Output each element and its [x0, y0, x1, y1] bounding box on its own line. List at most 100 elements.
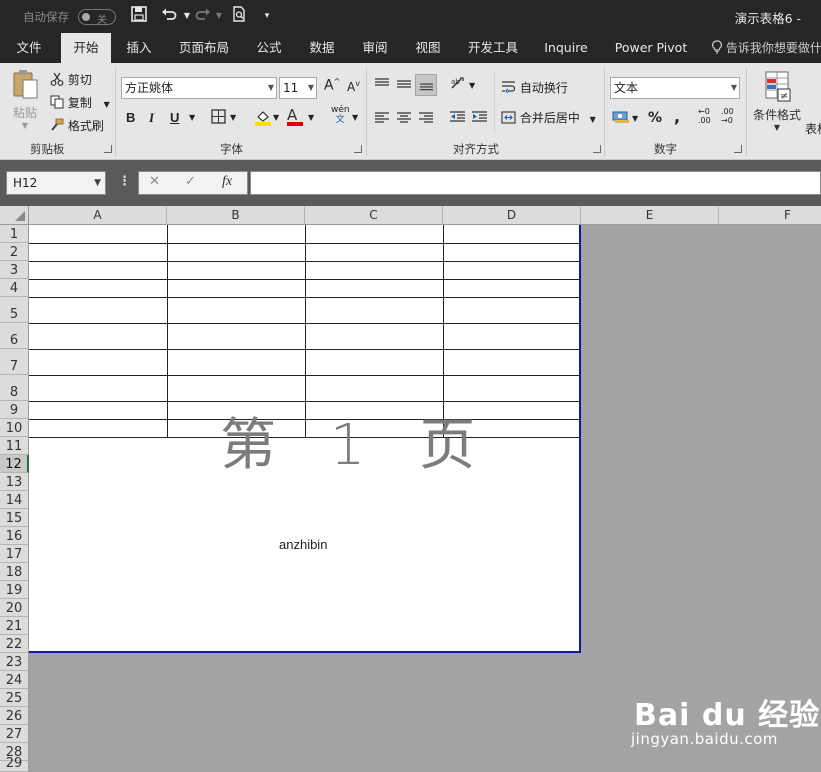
tab-formulas[interactable]: 公式: [247, 33, 291, 63]
column-header-c[interactable]: C: [305, 206, 443, 225]
row-header-15[interactable]: 15: [0, 509, 29, 527]
align-bottom-button[interactable]: [415, 74, 437, 96]
row-header-19[interactable]: 19: [0, 581, 29, 599]
phonetic-dropdown-icon[interactable]: ▼: [352, 113, 358, 122]
save-icon[interactable]: [128, 6, 150, 26]
copy-dropdown-icon[interactable]: ▼: [104, 100, 110, 109]
customize-toolbar-icon[interactable]: ▾: [256, 6, 278, 26]
clipboard-launcher-icon[interactable]: [104, 145, 112, 153]
tab-review[interactable]: 审阅: [353, 33, 397, 63]
wrap-text-button[interactable]: 自动换行: [501, 79, 568, 96]
orientation-dropdown-icon[interactable]: ▼: [469, 81, 475, 90]
row-header-7[interactable]: 7: [0, 349, 29, 375]
row-header-22[interactable]: 22: [0, 635, 29, 653]
conditional-format-button[interactable]: ≠ 条件格式 ▼: [750, 71, 804, 141]
align-center-button[interactable]: [396, 111, 412, 128]
more-options-icon[interactable]: ⋮: [118, 174, 131, 189]
print-preview-icon[interactable]: [228, 6, 250, 26]
tab-page-layout[interactable]: 页面布局: [171, 33, 237, 63]
format-painter-button[interactable]: 格式刷: [50, 117, 104, 134]
increase-decimal-button[interactable]: ←0 .00: [698, 107, 711, 125]
tell-me-search[interactable]: 告诉我你想要做什: [712, 33, 821, 63]
grow-font-button[interactable]: A^: [324, 77, 340, 94]
borders-button[interactable]: [211, 109, 226, 127]
merge-dropdown-icon[interactable]: ▼: [590, 115, 596, 124]
shrink-font-button[interactable]: Av: [347, 79, 360, 94]
column-header-a[interactable]: A: [29, 206, 167, 225]
row-header-11[interactable]: 11: [0, 437, 29, 455]
bold-button[interactable]: B: [126, 110, 135, 125]
row-header-4[interactable]: 4: [0, 279, 29, 297]
name-box[interactable]: H12 ▼: [6, 171, 106, 195]
row-header-18[interactable]: 18: [0, 563, 29, 581]
column-header-e[interactable]: E: [581, 206, 719, 225]
redo-dropdown-icon[interactable]: ▼: [208, 6, 230, 26]
number-format-combo[interactable]: 文本 ▼: [610, 77, 740, 99]
increase-indent-button[interactable]: [471, 110, 488, 127]
row-header-13[interactable]: 13: [0, 473, 29, 491]
italic-button[interactable]: I: [149, 110, 154, 126]
accounting-dropdown-icon[interactable]: ▼: [632, 114, 638, 123]
percent-button[interactable]: %: [648, 110, 662, 126]
row-header-2[interactable]: 2: [0, 243, 29, 261]
column-header-b[interactable]: B: [167, 206, 305, 225]
paste-button[interactable]: 粘贴 ▼: [8, 69, 42, 139]
tab-view[interactable]: 视图: [406, 33, 450, 63]
tab-data[interactable]: 数据: [300, 33, 344, 63]
row-header-6[interactable]: 6: [0, 323, 29, 349]
row-header-14[interactable]: 14: [0, 491, 29, 509]
decrease-indent-button[interactable]: [449, 110, 466, 127]
row-header-24[interactable]: 24: [0, 671, 29, 689]
align-right-button[interactable]: [418, 111, 434, 128]
row-header-27[interactable]: 27: [0, 725, 29, 743]
tab-inquire[interactable]: Inquire: [537, 33, 595, 63]
table-format-label[interactable]: 表格: [805, 120, 821, 137]
column-header-d[interactable]: D: [443, 206, 581, 225]
tab-home[interactable]: 开始: [61, 33, 111, 63]
row-header-5[interactable]: 5: [0, 297, 29, 323]
formula-input[interactable]: [250, 171, 821, 195]
insert-function-icon[interactable]: fx: [222, 174, 232, 190]
cancel-icon[interactable]: ✕: [149, 174, 160, 189]
column-header-f[interactable]: F: [719, 206, 821, 225]
orientation-button[interactable]: ab: [449, 75, 467, 96]
borders-dropdown-icon[interactable]: ▼: [230, 113, 236, 122]
row-header-10[interactable]: 10: [0, 419, 29, 437]
decrease-decimal-button[interactable]: .00 →0: [721, 107, 734, 125]
tab-insert[interactable]: 插入: [117, 33, 161, 63]
row-header-1[interactable]: 1: [0, 225, 29, 243]
tab-file[interactable]: 文件: [8, 33, 50, 63]
row-header-3[interactable]: 3: [0, 261, 29, 279]
select-all-corner[interactable]: [0, 206, 29, 225]
font-color-button[interactable]: A: [287, 106, 303, 126]
phonetic-button[interactable]: wén 文: [331, 105, 350, 125]
font-launcher-icon[interactable]: [354, 145, 362, 153]
row-header-8[interactable]: 8: [0, 375, 29, 401]
autosave-toggle[interactable]: 关: [78, 9, 116, 26]
row-header-9[interactable]: 9: [0, 401, 29, 419]
row-header-29[interactable]: 29: [0, 757, 29, 772]
comma-button[interactable]: ,: [674, 107, 680, 126]
row-header-12[interactable]: 12: [0, 455, 29, 473]
copy-button[interactable]: 复制 ▼: [50, 94, 110, 111]
underline-button[interactable]: U: [170, 110, 179, 125]
font-size-combo[interactable]: 11 ▼: [279, 77, 317, 99]
fill-color-dropdown-icon[interactable]: ▼: [273, 113, 279, 122]
row-header-21[interactable]: 21: [0, 617, 29, 635]
row-header-17[interactable]: 17: [0, 545, 29, 563]
cut-button[interactable]: 剪切: [50, 71, 92, 88]
accounting-format-button[interactable]: [612, 110, 630, 127]
row-header-23[interactable]: 23: [0, 653, 29, 671]
confirm-icon[interactable]: ✓: [185, 174, 196, 189]
alignment-launcher-icon[interactable]: [593, 145, 601, 153]
row-header-25[interactable]: 25: [0, 689, 29, 707]
row-header-16[interactable]: 16: [0, 527, 29, 545]
tab-power-pivot[interactable]: Power Pivot: [608, 33, 694, 63]
fill-color-button[interactable]: [254, 108, 272, 129]
font-color-dropdown-icon[interactable]: ▼: [308, 113, 314, 122]
align-middle-button[interactable]: [396, 77, 412, 94]
row-header-26[interactable]: 26: [0, 707, 29, 725]
tab-developer[interactable]: 开发工具: [460, 33, 526, 63]
align-top-button[interactable]: [374, 77, 390, 94]
row-header-20[interactable]: 20: [0, 599, 29, 617]
